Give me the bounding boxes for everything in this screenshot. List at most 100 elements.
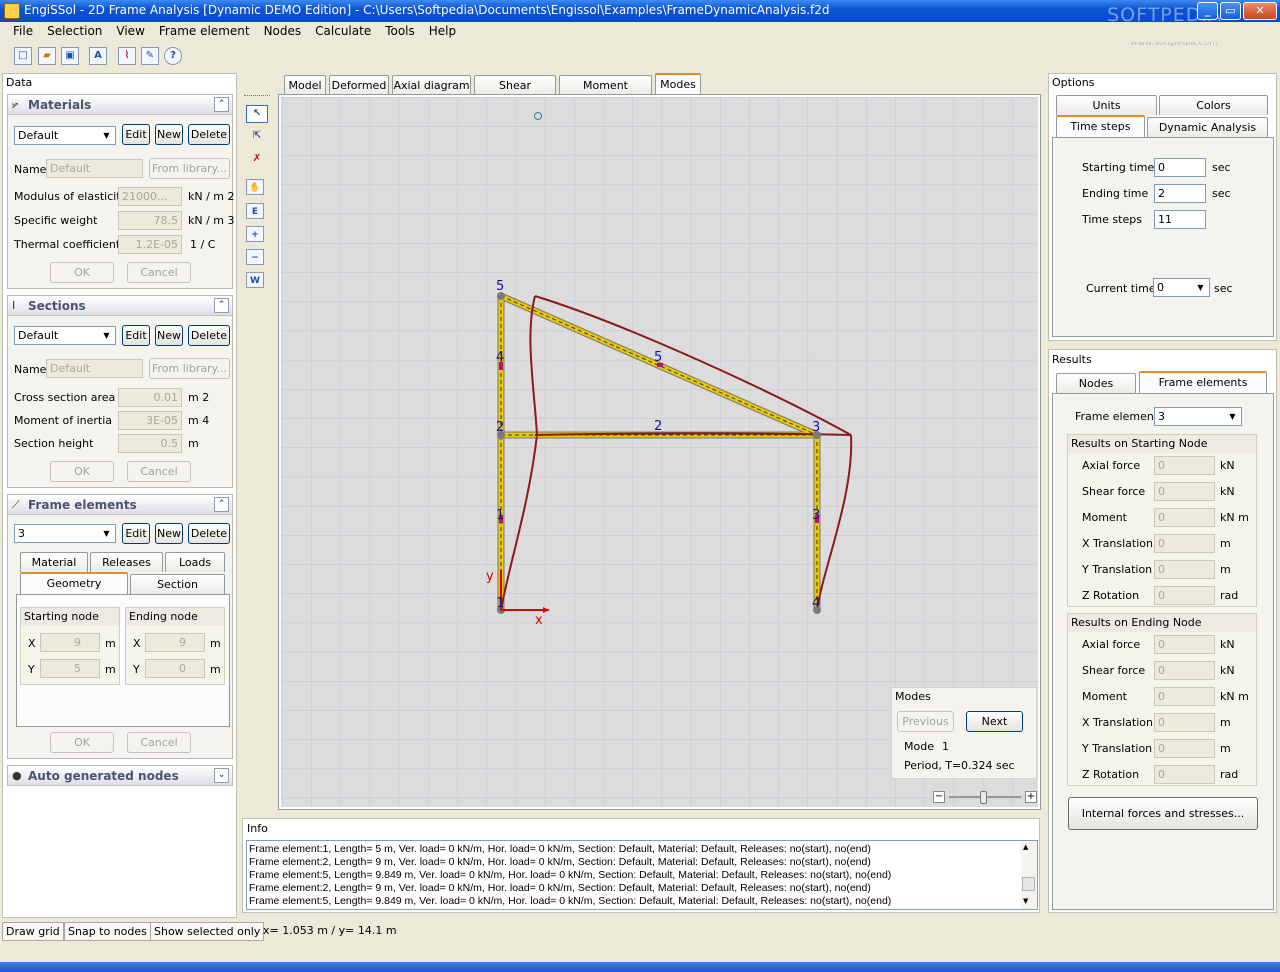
thermal-input[interactable]: 1.2E-05: [118, 235, 182, 254]
scroll-down-icon[interactable]: ▼: [1023, 897, 1028, 905]
menu-calculate[interactable]: Calculate: [308, 22, 378, 41]
frame-elements-header[interactable]: ⟋ Frame elements ⌃: [8, 495, 232, 515]
frame-cancel-button[interactable]: Cancel: [127, 732, 191, 753]
tab-releases[interactable]: Releases: [90, 552, 163, 572]
save-icon[interactable]: ▣: [61, 47, 79, 65]
section-cancel-button[interactable]: Cancel: [127, 461, 191, 482]
start-y-input[interactable]: 5: [40, 659, 100, 678]
section-select[interactable]: Default ▼: [14, 326, 116, 345]
tab-moment-diagram[interactable]: Moment diagram: [559, 75, 652, 111]
tab-loads[interactable]: Loads: [165, 552, 225, 572]
tab-material[interactable]: Material: [20, 552, 88, 572]
close-button[interactable]: ✕: [1243, 2, 1277, 20]
chart-icon[interactable]: ⌇: [118, 47, 136, 65]
material-delete-button[interactable]: Delete: [188, 124, 230, 145]
frame-ok-button[interactable]: OK: [50, 732, 114, 753]
sections-header[interactable]: I Sections ⌃: [8, 296, 232, 316]
collapse-icon[interactable]: ⌃: [214, 298, 229, 313]
height-input[interactable]: 0.5: [118, 434, 182, 453]
material-new-button[interactable]: New: [155, 124, 183, 145]
zoom-in-small-icon[interactable]: +: [1025, 791, 1037, 803]
calculate-icon[interactable]: A: [89, 47, 107, 65]
end-y-input[interactable]: 0: [145, 659, 205, 678]
menu-nodes[interactable]: Nodes: [257, 22, 309, 41]
frame-edit-button[interactable]: Edit: [122, 523, 150, 544]
select-node-icon[interactable]: ⇱: [246, 128, 268, 146]
end-x-input[interactable]: 9: [145, 633, 205, 652]
section-delete-button[interactable]: Delete: [188, 325, 230, 346]
frame-delete-button[interactable]: Delete: [188, 523, 230, 544]
show-selected-only-toggle[interactable]: Show selected only: [150, 922, 265, 941]
minimize-button[interactable]: _: [1197, 2, 1218, 20]
auto-nodes-header[interactable]: ● Auto generated nodes ⌄: [8, 766, 232, 786]
menu-view[interactable]: View: [109, 22, 151, 41]
material-ok-button[interactable]: OK: [50, 262, 114, 283]
internal-forces-button[interactable]: Internal forces and stresses...: [1068, 797, 1258, 830]
frame-element-select[interactable]: 3 ▼: [14, 524, 116, 543]
modulus-input[interactable]: 21000...: [118, 187, 182, 206]
section-edit-button[interactable]: Edit: [122, 325, 150, 346]
zoom-out-small-icon[interactable]: −: [933, 791, 945, 803]
ending-time-input[interactable]: 2: [1154, 184, 1206, 203]
material-select[interactable]: Default ▼: [14, 126, 116, 145]
help-icon[interactable]: ?: [164, 47, 182, 65]
info-log[interactable]: Frame element:1, Length= 5 m, Ver. load=…: [246, 840, 1038, 910]
specific-weight-input[interactable]: 78.5: [118, 211, 182, 230]
inertia-input[interactable]: 3E-05: [118, 411, 182, 430]
zoom-thumb[interactable]: [980, 791, 987, 804]
area-input[interactable]: 0.01: [118, 388, 182, 407]
section-name-input[interactable]: Default: [46, 359, 143, 378]
results-frame-element-select[interactable]: 3 ▼: [1154, 407, 1242, 426]
current-time-select[interactable]: 0 ▼: [1153, 278, 1210, 297]
tab-modes[interactable]: Modes: [655, 73, 701, 95]
tab-colors[interactable]: Colors: [1159, 95, 1268, 115]
menu-frame-element[interactable]: Frame element: [152, 22, 257, 41]
zoom-out-icon[interactable]: −: [246, 249, 264, 265]
menu-file[interactable]: File: [6, 22, 40, 41]
expand-icon[interactable]: ⌄: [214, 768, 229, 783]
tab-units[interactable]: Units: [1056, 95, 1157, 115]
time-steps-input[interactable]: 11: [1154, 210, 1206, 229]
section-from-library-button[interactable]: From library...: [149, 358, 230, 379]
collapse-icon[interactable]: ⌃: [214, 497, 229, 512]
open-folder-icon[interactable]: ▰: [38, 47, 56, 65]
section-ok-button[interactable]: OK: [50, 461, 114, 482]
delete-select-icon[interactable]: ✗: [246, 151, 268, 169]
material-cancel-button[interactable]: Cancel: [127, 262, 191, 283]
starting-time-input[interactable]: 0: [1154, 158, 1206, 177]
tab-results-frame-elements[interactable]: Frame elements: [1139, 371, 1267, 393]
frame-new-button[interactable]: New: [155, 523, 183, 544]
section-new-button[interactable]: New: [155, 325, 183, 346]
draw-grid-toggle[interactable]: Draw grid: [2, 922, 64, 941]
menu-selection[interactable]: Selection: [40, 22, 109, 41]
snap-to-nodes-toggle[interactable]: Snap to nodes: [64, 922, 151, 941]
tab-geometry[interactable]: Geometry: [20, 572, 128, 594]
materials-header[interactable]: ⦬ Materials ⌃: [8, 95, 232, 115]
pointer-icon[interactable]: ↖: [246, 105, 268, 123]
pan-icon[interactable]: ✋: [246, 179, 264, 195]
menu-help[interactable]: Help: [422, 22, 463, 41]
tab-model[interactable]: Model: [284, 75, 326, 95]
tab-time-steps[interactable]: Time steps: [1056, 115, 1145, 137]
collapse-icon[interactable]: ⌃: [214, 97, 229, 112]
zoom-extents-icon[interactable]: E: [246, 203, 264, 219]
zoom-slider[interactable]: − +: [933, 791, 1037, 805]
tab-deformed[interactable]: Deformed: [329, 75, 389, 95]
material-edit-button[interactable]: Edit: [122, 124, 150, 145]
tab-dynamic-analysis[interactable]: Dynamic Analysis: [1147, 117, 1268, 137]
tab-shear-diagram[interactable]: Shear diagram: [474, 75, 556, 111]
next-mode-button[interactable]: Next: [966, 711, 1023, 732]
report-icon[interactable]: ✎: [141, 47, 159, 65]
zoom-window-icon[interactable]: W: [246, 272, 264, 288]
scroll-up-icon[interactable]: ▲: [1023, 843, 1028, 851]
info-scrollbar[interactable]: ▲ ▼: [1021, 841, 1037, 909]
scroll-thumb[interactable]: [1022, 877, 1035, 891]
tab-results-nodes[interactable]: Nodes: [1056, 373, 1136, 393]
tab-axial-diagram[interactable]: Axial diagram: [392, 75, 471, 95]
zoom-in-icon[interactable]: +: [246, 226, 264, 242]
new-file-icon[interactable]: □: [14, 47, 32, 65]
material-name-input[interactable]: Default: [46, 159, 143, 178]
start-x-input[interactable]: 9: [40, 633, 100, 652]
previous-mode-button[interactable]: Previous: [897, 711, 954, 732]
menu-tools[interactable]: Tools: [378, 22, 422, 41]
